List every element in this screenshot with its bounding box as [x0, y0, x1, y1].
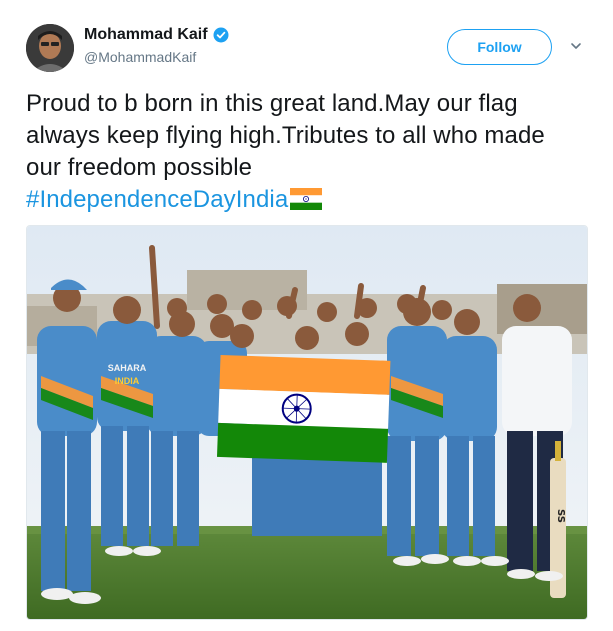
- tweet-text: Proud to b born in this great land.May o…: [26, 88, 586, 216]
- bat-label: SS: [555, 509, 566, 523]
- tweet-photo[interactable]: SS SAHARA INDIA: [26, 225, 588, 620]
- chevron-down-icon[interactable]: [569, 39, 583, 53]
- verified-badge-icon: [213, 27, 229, 43]
- avatar[interactable]: [26, 24, 74, 72]
- user-handle[interactable]: @MohammadKaif: [84, 49, 229, 65]
- india-flag-icon: [290, 188, 323, 210]
- follow-button[interactable]: Follow: [447, 29, 552, 65]
- author-block: Mohammad Kaif @MohammadKaif: [84, 26, 229, 65]
- jersey-text-india: INDIA: [115, 376, 140, 386]
- photo-flag: [216, 354, 391, 463]
- jersey-text-sahara: SAHARA: [108, 363, 147, 373]
- tweet-card: Mohammad Kaif @MohammadKaif Follow Proud…: [0, 0, 613, 631]
- display-name[interactable]: Mohammad Kaif: [84, 26, 208, 44]
- tweet-body: Proud to b born in this great land.May o…: [26, 90, 545, 181]
- hashtag-link[interactable]: #IndependenceDayIndia: [26, 186, 288, 213]
